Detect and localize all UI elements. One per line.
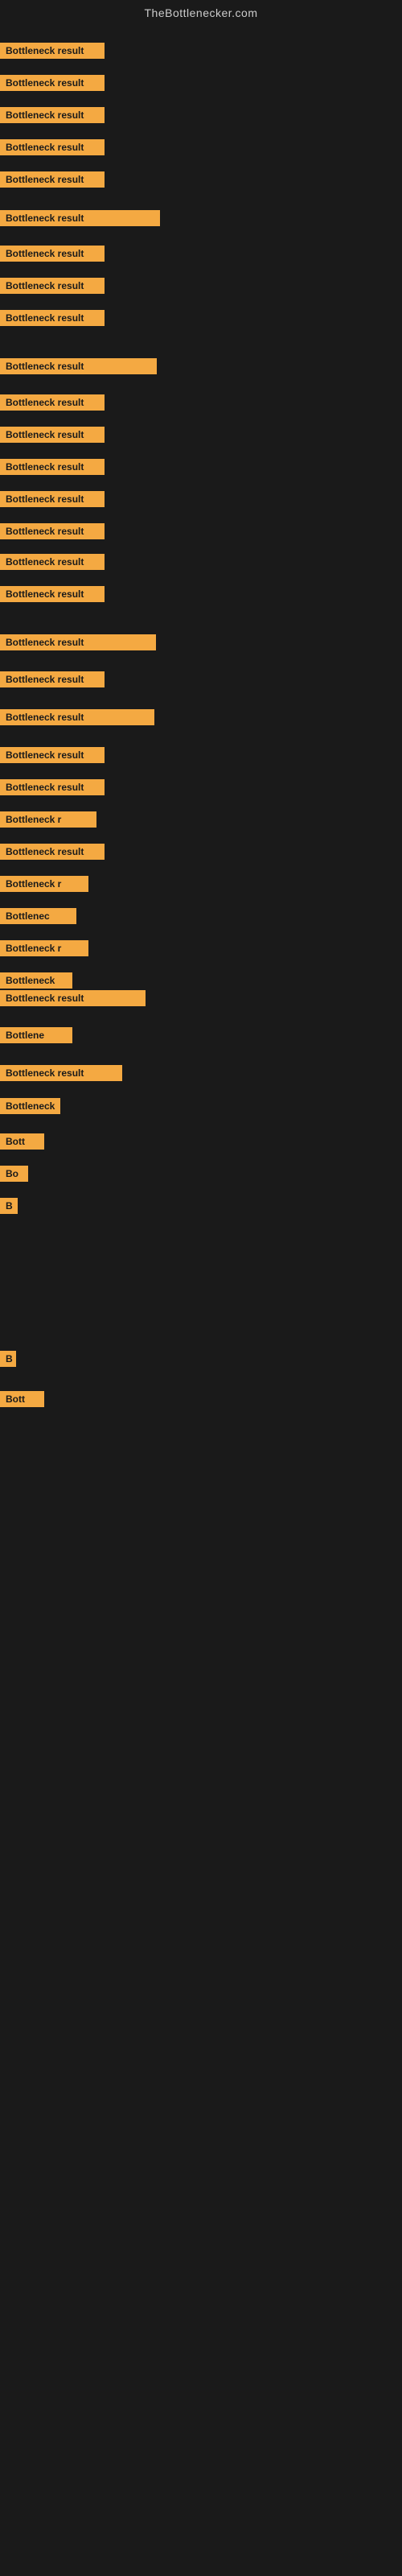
bottleneck-result-item: Bottleneck result xyxy=(0,107,105,127)
bottleneck-label: Bottleneck result xyxy=(0,427,105,443)
bottleneck-label: Bottleneck result xyxy=(0,246,105,262)
bottleneck-result-item: Bottleneck result xyxy=(0,427,105,447)
bottleneck-result-item: Bottlenec xyxy=(0,908,76,928)
bottleneck-result-item: Bottleneck result xyxy=(0,43,105,63)
bottleneck-label: Bottleneck r xyxy=(0,940,88,956)
bottleneck-label: Bottleneck r xyxy=(0,876,88,892)
bottleneck-label: Bottleneck result xyxy=(0,171,105,188)
bottleneck-label: Bott xyxy=(0,1391,44,1407)
bottleneck-result-item: Bottleneck result xyxy=(0,747,105,767)
bottleneck-result-item: Bottleneck result xyxy=(0,586,105,606)
bottleneck-result-item: Bottleneck result xyxy=(0,709,154,729)
bottleneck-label: Bottleneck result xyxy=(0,278,105,294)
bottleneck-result-item: Bottleneck result xyxy=(0,990,146,1010)
bottleneck-label: Bottleneck result xyxy=(0,990,146,1006)
bottleneck-label: Bottleneck result xyxy=(0,310,105,326)
bottleneck-result-item: Bottleneck r xyxy=(0,940,88,960)
bottleneck-label: Bottlene xyxy=(0,1027,72,1043)
bottleneck-label: Bottleneck result xyxy=(0,634,156,650)
bottleneck-result-item: Bottleneck r xyxy=(0,876,88,896)
bottleneck-result-item: Bottleneck r xyxy=(0,811,96,832)
bottleneck-label: Bottleneck result xyxy=(0,779,105,795)
bottleneck-result-item: Bott xyxy=(0,1391,44,1411)
bottleneck-result-item: Bottleneck result xyxy=(0,1065,122,1085)
bottleneck-result-item: Bottleneck result xyxy=(0,171,105,192)
bottleneck-label: Bottleneck result xyxy=(0,844,105,860)
bottleneck-label: Bottleneck result xyxy=(0,459,105,475)
bottleneck-result-item: Bottleneck result xyxy=(0,394,105,415)
bottleneck-result-item: Bottleneck result xyxy=(0,634,156,654)
bottleneck-result-item: Bottleneck result xyxy=(0,844,105,864)
bottleneck-label: Bottleneck result xyxy=(0,747,105,763)
bottleneck-label: Bottleneck result xyxy=(0,107,105,123)
bottleneck-label: B xyxy=(0,1198,18,1214)
bottleneck-label: Bott xyxy=(0,1133,44,1150)
bottleneck-result-item: Bottleneck result xyxy=(0,310,105,330)
bottleneck-label: Bo xyxy=(0,1166,28,1182)
bottleneck-label: Bottleneck r xyxy=(0,811,96,828)
bottleneck-result-item: Bottleneck result xyxy=(0,358,157,378)
bottleneck-label: Bottleneck xyxy=(0,972,72,989)
bottleneck-result-item: B xyxy=(0,1198,18,1218)
bottleneck-result-item: Bottleneck xyxy=(0,1098,60,1118)
bottleneck-label: Bottleneck result xyxy=(0,75,105,91)
site-title: TheBottlenecker.com xyxy=(0,0,402,23)
bottleneck-result-item: Bottleneck result xyxy=(0,210,160,230)
bottleneck-result-item: Bottleneck result xyxy=(0,246,105,266)
bottleneck-label: Bottleneck result xyxy=(0,671,105,687)
bottleneck-result-item: Bottleneck result xyxy=(0,523,105,543)
bottleneck-result-item: Bo xyxy=(0,1166,28,1186)
bottleneck-result-item: Bottleneck result xyxy=(0,671,105,691)
bottleneck-label: Bottleneck xyxy=(0,1098,60,1114)
bottleneck-label: Bottleneck result xyxy=(0,43,105,59)
bottleneck-label: Bottleneck result xyxy=(0,210,160,226)
bottleneck-result-item: B xyxy=(0,1351,16,1371)
bottleneck-result-item: Bottleneck result xyxy=(0,75,105,95)
bottleneck-result-item: Bottleneck result xyxy=(0,139,105,159)
bottleneck-label: B xyxy=(0,1351,16,1367)
bottleneck-label: Bottleneck result xyxy=(0,394,105,411)
bottleneck-label: Bottleneck result xyxy=(0,139,105,155)
bottleneck-result-item: Bottleneck result xyxy=(0,459,105,479)
bottleneck-label: Bottleneck result xyxy=(0,523,105,539)
bottleneck-label: Bottlenec xyxy=(0,908,76,924)
bottleneck-label: Bottleneck result xyxy=(0,1065,122,1081)
bottleneck-label: Bottleneck result xyxy=(0,709,154,725)
bottleneck-result-item: Bott xyxy=(0,1133,44,1154)
bottleneck-label: Bottleneck result xyxy=(0,358,157,374)
bottleneck-label: Bottleneck result xyxy=(0,586,105,602)
bottleneck-result-item: Bottleneck result xyxy=(0,779,105,799)
bottleneck-result-item: Bottlene xyxy=(0,1027,72,1047)
bottleneck-result-item: Bottleneck result xyxy=(0,554,105,574)
bottleneck-label: Bottleneck result xyxy=(0,491,105,507)
bottleneck-result-item: Bottleneck result xyxy=(0,278,105,298)
bottleneck-result-item: Bottleneck result xyxy=(0,491,105,511)
bottleneck-label: Bottleneck result xyxy=(0,554,105,570)
